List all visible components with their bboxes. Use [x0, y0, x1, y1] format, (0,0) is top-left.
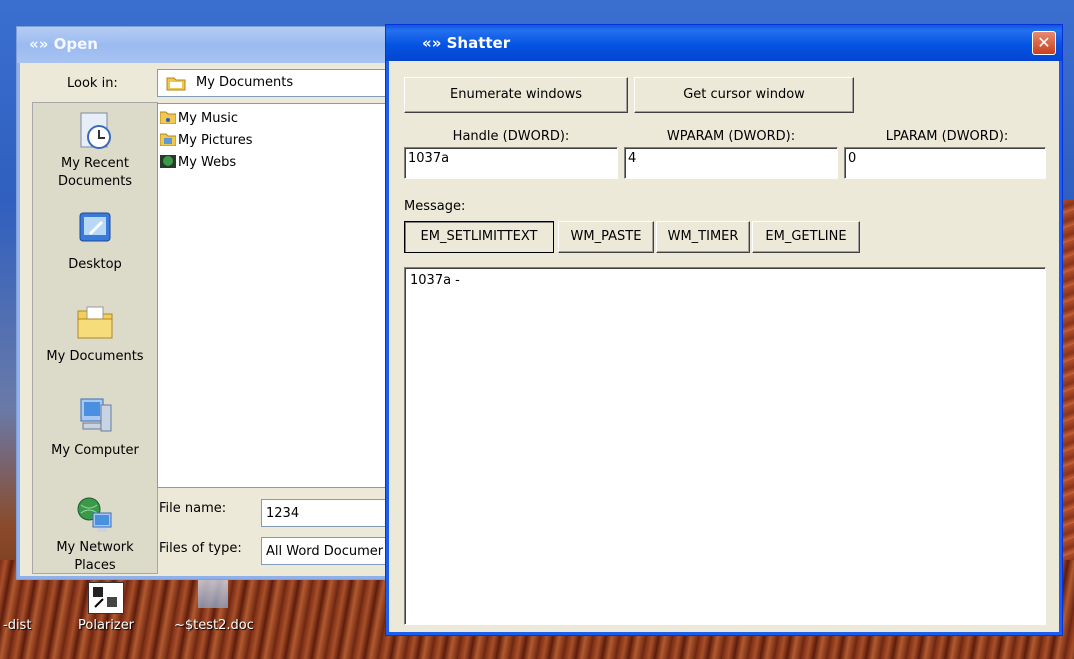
shatter-window: «» Shatter ✕ Enumerate windows Get curso…	[385, 24, 1063, 636]
wparam-label: WPARAM (DWORD):	[666, 129, 796, 144]
place-my-documents[interactable]: My Documents	[33, 299, 157, 364]
place-my-recent-documents[interactable]: My Recent Documents	[33, 109, 157, 191]
list-item[interactable]: My Pictures	[159, 132, 253, 148]
desktop-icon-label[interactable]: ~$test2.doc	[174, 618, 254, 633]
folder-icon	[166, 75, 186, 91]
place-label: Desktop	[68, 257, 122, 272]
webs-folder-icon	[160, 154, 176, 168]
file-list[interactable]: My Music My Pictures My Webs	[157, 103, 417, 488]
file-name: My Pictures	[178, 133, 253, 148]
message-wm-paste-button[interactable]: WM_PASTE	[558, 221, 654, 253]
shatter-title: «» Shatter	[422, 34, 511, 52]
file-type-label: Files of type:	[159, 541, 242, 556]
pictures-folder-icon	[159, 132, 177, 147]
desktop-icon	[75, 207, 115, 251]
open-dialog-title: «» Open	[29, 35, 98, 53]
message-wm-timer-button[interactable]: WM_TIMER	[656, 221, 750, 253]
place-desktop[interactable]: Desktop	[33, 207, 157, 272]
place-label: My Computer	[51, 443, 139, 458]
handle-field[interactable]: 1037a	[404, 147, 618, 179]
lparam-field[interactable]: 0	[844, 147, 1046, 179]
desktop-icon-label[interactable]: -dist	[3, 618, 31, 633]
close-icon: ✕	[1037, 33, 1051, 52]
network-places-icon	[75, 495, 115, 539]
get-cursor-window-button[interactable]: Get cursor window	[634, 77, 854, 113]
list-item[interactable]: My Music	[159, 110, 239, 126]
file-name: My Webs	[178, 155, 237, 170]
place-my-network-places[interactable]: My Network Places	[33, 495, 157, 575]
wparam-field[interactable]: 4	[624, 147, 838, 179]
close-button[interactable]: ✕	[1032, 31, 1056, 55]
my-documents-icon	[75, 299, 115, 343]
my-computer-icon	[75, 393, 115, 437]
desktop-icon-label[interactable]: Polarizer	[78, 618, 134, 633]
music-folder-icon	[159, 110, 177, 125]
place-label: My Network Places	[56, 540, 134, 573]
list-item[interactable]: My Webs	[160, 154, 236, 170]
place-label: My Documents	[46, 349, 144, 364]
polarizer-icon[interactable]	[88, 582, 124, 614]
message-em-setlimittext-button[interactable]: EM_SETLIMITTEXT	[404, 221, 554, 253]
word-doc-icon[interactable]	[198, 580, 228, 608]
output-textarea[interactable]: 1037a -	[404, 267, 1046, 625]
lparam-label: LPARAM (DWORD):	[885, 129, 1009, 144]
shatter-titlebar[interactable]: «» Shatter ✕	[386, 25, 1062, 61]
recent-documents-icon	[75, 109, 115, 153]
handle-label: Handle (DWORD):	[452, 129, 570, 144]
enumerate-windows-button[interactable]: Enumerate windows	[404, 77, 628, 113]
place-label: My Recent Documents	[57, 156, 133, 189]
place-my-computer[interactable]: My Computer	[33, 393, 157, 458]
look-in-value: My Documents	[196, 75, 294, 90]
look-in-label: Look in:	[67, 76, 118, 91]
message-label: Message:	[404, 199, 466, 214]
look-in-dropdown[interactable]: My Documents	[157, 69, 417, 97]
places-bar: My Recent Documents Desktop My Documents…	[32, 102, 158, 574]
file-name-label: File name:	[159, 501, 227, 516]
message-em-getline-button[interactable]: EM_GETLINE	[752, 221, 860, 253]
file-name: My Music	[178, 111, 239, 126]
